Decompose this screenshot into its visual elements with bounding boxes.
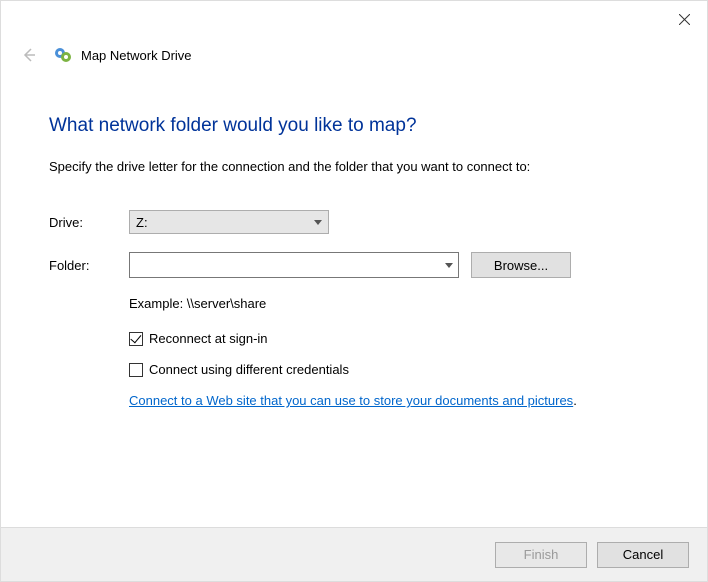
finish-button: Finish xyxy=(495,542,587,568)
drive-select-value: Z: xyxy=(136,215,148,230)
page-subtext: Specify the drive letter for the connect… xyxy=(49,159,659,174)
titlebar xyxy=(1,1,707,37)
website-link-line: Connect to a Web site that you can use t… xyxy=(129,393,659,408)
drive-select[interactable]: Z: xyxy=(129,210,329,234)
map-network-drive-dialog: Map Network Drive What network folder wo… xyxy=(0,0,708,582)
header: Map Network Drive xyxy=(1,37,707,75)
cancel-button[interactable]: Cancel xyxy=(597,542,689,568)
browse-button[interactable]: Browse... xyxy=(471,252,571,278)
chevron-down-icon xyxy=(445,263,453,268)
credentials-checkbox[interactable] xyxy=(129,363,143,377)
close-icon xyxy=(679,14,690,25)
close-button[interactable] xyxy=(661,3,707,35)
drive-row: Drive: Z: xyxy=(49,210,659,234)
credentials-row: Connect using different credentials xyxy=(129,362,659,377)
reconnect-label: Reconnect at sign-in xyxy=(149,331,268,346)
folder-input[interactable] xyxy=(130,253,440,277)
network-drive-icon xyxy=(53,45,73,65)
folder-dropdown-button[interactable] xyxy=(440,253,458,277)
credentials-label: Connect using different credentials xyxy=(149,362,349,377)
link-suffix: . xyxy=(573,393,577,408)
folder-combobox[interactable] xyxy=(129,252,459,278)
folder-row: Folder: Browse... xyxy=(49,252,659,278)
options-block: Example: \\server\share Reconnect at sig… xyxy=(129,296,659,408)
window-title: Map Network Drive xyxy=(81,48,192,63)
chevron-down-icon xyxy=(314,220,322,225)
back-button xyxy=(17,43,41,67)
page-heading: What network folder would you like to ma… xyxy=(49,115,659,137)
footer: Finish Cancel xyxy=(1,527,707,581)
content-area: What network folder would you like to ma… xyxy=(1,75,707,418)
example-text: Example: \\server\share xyxy=(129,296,659,311)
reconnect-checkbox[interactable] xyxy=(129,332,143,346)
reconnect-row: Reconnect at sign-in xyxy=(129,331,659,346)
folder-label: Folder: xyxy=(49,258,129,273)
drive-label: Drive: xyxy=(49,215,129,230)
connect-website-link[interactable]: Connect to a Web site that you can use t… xyxy=(129,393,573,408)
back-arrow-icon xyxy=(20,46,38,64)
